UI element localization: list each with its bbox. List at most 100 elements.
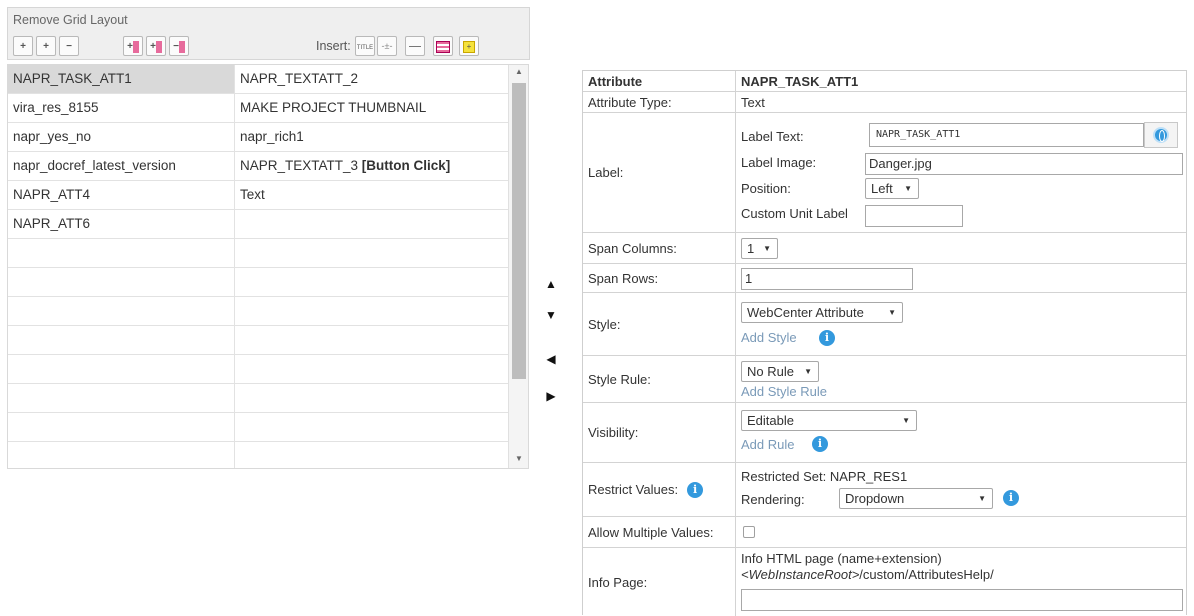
info-icon[interactable]: i bbox=[819, 330, 835, 346]
span-columns-select[interactable]: 1 ▼ bbox=[741, 238, 778, 259]
grid-cell-empty[interactable] bbox=[8, 239, 235, 267]
grid-cell-empty[interactable] bbox=[235, 355, 508, 383]
scroll-down-icon[interactable]: ▼ bbox=[513, 454, 525, 466]
grid-cell-empty[interactable] bbox=[8, 326, 235, 354]
grid-cell-empty[interactable] bbox=[8, 355, 235, 383]
grid-cell-empty[interactable] bbox=[235, 268, 508, 296]
style-rule-select[interactable]: No Rule ▼ bbox=[741, 361, 819, 382]
grid-row: NAPR_TASK_ATT1 NAPR_TEXTATT_2 bbox=[8, 65, 508, 94]
info-page-row: Info Page: Info HTML page (name+extensio… bbox=[583, 548, 1186, 616]
rendering-value: Dropdown bbox=[845, 491, 905, 506]
grid-cell[interactable]: NAPR_ATT4 bbox=[8, 181, 235, 209]
grid-cell[interactable]: napr_docref_latest_version bbox=[8, 152, 235, 180]
grid-row: napr_yes_no napr_rich1 bbox=[8, 123, 508, 152]
grid-cell-empty[interactable] bbox=[235, 326, 508, 354]
grid-row-empty bbox=[8, 239, 508, 268]
grid-cell-empty[interactable] bbox=[235, 442, 508, 468]
style-label: Style: bbox=[583, 293, 736, 355]
field-icon: + bbox=[463, 40, 475, 53]
span-rows-input[interactable]: 1 bbox=[741, 268, 913, 290]
attribute-header-label: Attribute bbox=[583, 71, 736, 91]
insert-separator-button[interactable]: -±- bbox=[377, 36, 397, 56]
insert-field-button[interactable]: + bbox=[459, 36, 479, 56]
remove-grid-layout-link[interactable]: Remove Grid Layout bbox=[13, 13, 128, 27]
restrict-values-label: Restrict Values: bbox=[588, 482, 679, 497]
grid-cell-empty[interactable] bbox=[8, 297, 235, 325]
info-icon[interactable]: i bbox=[1003, 490, 1019, 506]
move-left-button[interactable]: ◀ bbox=[541, 349, 561, 369]
translate-button[interactable] bbox=[1144, 122, 1178, 148]
grid-scrollbar[interactable]: ▲ ▼ bbox=[508, 65, 528, 468]
grid-cell[interactable]: MAKE PROJECT THUMBNAIL bbox=[235, 94, 508, 122]
insert-title-button[interactable]: TITLE bbox=[355, 36, 375, 56]
allow-multiple-checkbox[interactable] bbox=[743, 526, 755, 538]
add-style-rule-link[interactable]: Add Style Rule bbox=[741, 384, 827, 399]
grid-cell-empty[interactable] bbox=[8, 384, 235, 412]
grid-cell-empty[interactable] bbox=[8, 268, 235, 296]
grid-cell[interactable]: napr_yes_no bbox=[8, 123, 235, 151]
grid-cell-empty[interactable] bbox=[235, 384, 508, 412]
grid-cell[interactable]: NAPR_TEXTATT_3 [Button Click] bbox=[235, 152, 508, 180]
chevron-down-icon: ▼ bbox=[804, 367, 812, 376]
add-row-above-button[interactable]: + bbox=[13, 36, 33, 56]
insert-line-button[interactable] bbox=[405, 36, 425, 56]
move-up-button[interactable]: ▲ bbox=[541, 274, 561, 294]
cell-text: NAPR_TEXTATT_2 bbox=[240, 71, 359, 86]
grid-cell[interactable]: vira_res_8155 bbox=[8, 94, 235, 122]
scroll-up-icon[interactable]: ▲ bbox=[513, 67, 525, 79]
label-image-input[interactable]: Danger.jpg bbox=[865, 153, 1183, 175]
visibility-select[interactable]: Editable ▼ bbox=[741, 410, 917, 431]
info-icon[interactable]: i bbox=[687, 481, 704, 498]
add-rule-link[interactable]: Add Rule bbox=[741, 437, 794, 452]
grid-cell-empty[interactable] bbox=[8, 442, 235, 468]
remove-row-button[interactable]: − bbox=[59, 36, 79, 56]
move-right-button[interactable]: ▶ bbox=[541, 386, 561, 406]
add-column-right-button[interactable]: + bbox=[146, 36, 166, 56]
move-down-button[interactable]: ▼ bbox=[541, 305, 561, 325]
info-page-input[interactable] bbox=[741, 589, 1183, 611]
custom-unit-input[interactable] bbox=[865, 205, 963, 227]
allow-multiple-row: Allow Multiple Values: bbox=[583, 517, 1186, 548]
attribute-header-row: Attribute NAPR_TASK_ATT1 bbox=[583, 71, 1186, 92]
position-value: Left bbox=[871, 181, 893, 196]
visibility-label: Visibility: bbox=[583, 403, 736, 462]
visibility-row: Visibility: Editable ▼ Add Rule i bbox=[583, 403, 1186, 463]
grid-cell-empty[interactable] bbox=[235, 239, 508, 267]
layout-grid: NAPR_TASK_ATT1 NAPR_TEXTATT_2 vira_res_8… bbox=[7, 64, 529, 469]
rendering-label: Rendering: bbox=[741, 492, 805, 507]
attribute-type-value: Text bbox=[741, 95, 765, 110]
allow-multiple-label: Allow Multiple Values: bbox=[583, 517, 736, 547]
grid-cell[interactable]: NAPR_TASK_ATT1 bbox=[8, 65, 235, 93]
grid-cell-empty[interactable] bbox=[235, 413, 508, 441]
style-value: WebCenter Attribute bbox=[747, 305, 864, 320]
scroll-thumb[interactable] bbox=[512, 83, 526, 379]
position-label: Position: bbox=[741, 181, 791, 196]
grid-cell[interactable]: NAPR_TEXTATT_2 bbox=[235, 65, 508, 93]
grid-cell[interactable]: NAPR_ATT6 bbox=[8, 210, 235, 238]
insert-label: Insert: bbox=[316, 39, 351, 53]
grid-cell[interactable] bbox=[235, 210, 508, 238]
grid-cell-empty[interactable] bbox=[8, 413, 235, 441]
chevron-down-icon: ▼ bbox=[888, 308, 896, 317]
cell-text: MAKE PROJECT THUMBNAIL bbox=[240, 100, 427, 115]
span-rows-label: Span Rows: bbox=[583, 264, 736, 292]
span-columns-value: 1 bbox=[747, 241, 755, 256]
insert-table-button[interactable] bbox=[433, 36, 453, 56]
separator-icon: -±- bbox=[381, 41, 393, 51]
grid-cell[interactable]: napr_rich1 bbox=[235, 123, 508, 151]
grid-cell-empty[interactable] bbox=[235, 297, 508, 325]
add-column-left-button[interactable]: + bbox=[123, 36, 143, 56]
remove-column-button[interactable]: − bbox=[169, 36, 189, 56]
rendering-select[interactable]: Dropdown ▼ bbox=[839, 488, 993, 509]
grid-row-empty bbox=[8, 384, 508, 413]
grid-cell[interactable]: Text bbox=[235, 181, 508, 209]
info-icon[interactable]: i bbox=[812, 436, 828, 452]
add-style-link[interactable]: Add Style bbox=[741, 330, 797, 345]
label-text-input[interactable]: NAPR_TASK_ATT1 bbox=[869, 123, 1144, 147]
style-select[interactable]: WebCenter Attribute ▼ bbox=[741, 302, 903, 323]
add-row-below-button[interactable]: + bbox=[36, 36, 56, 56]
span-columns-label: Span Columns: bbox=[583, 233, 736, 263]
grid-row-empty bbox=[8, 326, 508, 355]
chevron-down-icon: ▼ bbox=[904, 184, 912, 193]
position-select[interactable]: Left ▼ bbox=[865, 178, 919, 199]
